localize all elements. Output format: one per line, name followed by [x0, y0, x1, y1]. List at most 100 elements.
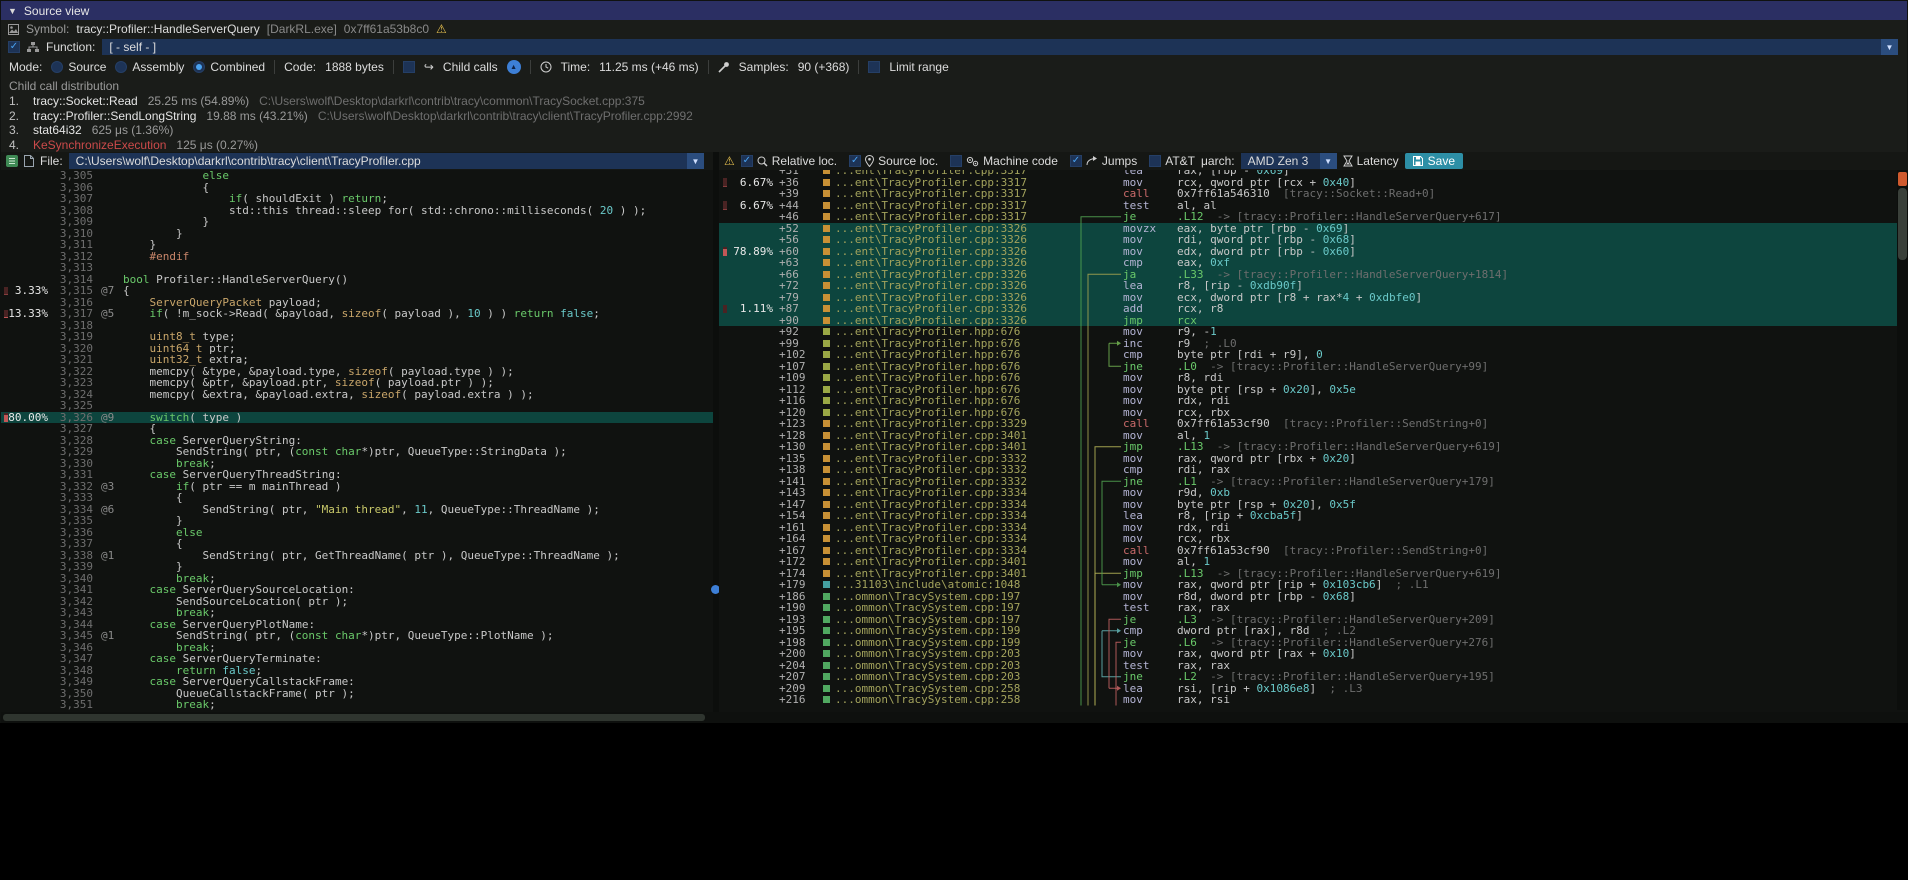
source-line[interactable]: 3,322 memcpy( &type, &payload.type, size… — [1, 366, 713, 378]
asm-row[interactable]: +143...ent\TracyProfiler.cpp:3334movr9d,… — [719, 487, 1908, 499]
function-checkbox[interactable]: ✓ — [8, 41, 20, 53]
child-call-item[interactable]: 3.stat64i32625 μs (1.36%) — [1, 123, 1907, 138]
source-line[interactable]: 3.33%3,315@7{ — [1, 285, 713, 297]
latency-toggle[interactable]: Latency — [1343, 154, 1399, 168]
scrollbar-thumb[interactable] — [1898, 188, 1907, 260]
limit-range-checkbox[interactable] — [868, 61, 880, 73]
asm-row[interactable]: +102...ent\TracyProfiler.hpp:676cmpbyte … — [719, 349, 1908, 361]
asm-row[interactable]: +141...ent\TracyProfiler.cpp:3332jne.L1 … — [719, 476, 1908, 488]
source-line[interactable]: 3,307 if( shouldExit ) return; — [1, 193, 713, 205]
horizontal-scrollbar[interactable] — [1, 712, 1908, 723]
child-call-item[interactable]: 1.tracy::Socket::Read25.25 ms (54.89%)C:… — [1, 94, 1907, 109]
asm-row[interactable]: +130...ent\TracyProfiler.cpp:3401jmp.L13… — [719, 441, 1908, 453]
source-line[interactable]: 3,309 } — [1, 216, 713, 228]
source-line[interactable]: 3,306 { — [1, 182, 713, 194]
source-line[interactable]: 3,345@1 SendString( ptr, (const char*)pt… — [1, 630, 713, 642]
asm-row[interactable]: +172...ent\TracyProfiler.cpp:3401moval, … — [719, 556, 1908, 568]
source-line[interactable]: 3,329 SendString( ptr, (const char*)ptr,… — [1, 446, 713, 458]
source-line[interactable]: 3,313 — [1, 262, 713, 274]
asm-row[interactable]: 6.67%+44...ent\TracyProfiler.cpp:3317tes… — [719, 200, 1908, 212]
asm-row[interactable]: +207...ommon\TracySystem.cpp:203jne.L2 -… — [719, 671, 1908, 683]
mode-radio-combined[interactable]: Combined — [193, 60, 265, 74]
child-calls-expand-button[interactable]: ▲ — [507, 60, 521, 74]
source-line[interactable]: 3,336 else — [1, 527, 713, 539]
source-line[interactable]: 3,323 memcpy( &ptr, &payload.ptr, sizeof… — [1, 377, 713, 389]
asm-row[interactable]: +135...ent\TracyProfiler.cpp:3332movrax,… — [719, 453, 1908, 465]
asm-row[interactable]: +120...ent\TracyProfiler.hpp:676movrcx, … — [719, 407, 1908, 419]
source-line[interactable]: 13.33%3,317@5 if( !m_sock->Read( &payloa… — [1, 308, 713, 320]
asm-row[interactable]: +167...ent\TracyProfiler.cpp:3334call0x7… — [719, 545, 1908, 557]
asm-row[interactable]: +164...ent\TracyProfiler.cpp:3334movrcx,… — [719, 533, 1908, 545]
toggle-jumps[interactable]: ✓Jumps — [1070, 154, 1137, 168]
collapse-arrow-icon[interactable]: ▼ — [8, 6, 17, 16]
source-line[interactable]: 3,324 memcpy( &extra, &payload.extra, si… — [1, 389, 713, 401]
source-line[interactable]: 3,340 break; — [1, 573, 713, 585]
source-line[interactable]: 3,342 SendSourceLocation( ptr ); — [1, 596, 713, 608]
source-line[interactable]: 3,310 } — [1, 228, 713, 240]
asm-row[interactable]: +154...ent\TracyProfiler.cpp:3334lear8, … — [719, 510, 1908, 522]
source-line[interactable]: 3,350 QueueCallstackFrame( ptr ); — [1, 688, 713, 700]
toggle-relative-loc-[interactable]: ✓Relative loc. — [741, 154, 837, 168]
asm-row[interactable]: +193...ommon\TracySystem.cpp:197je.L3 ->… — [719, 614, 1908, 626]
source-line[interactable]: 3,312 #endif — [1, 251, 713, 263]
child-call-item[interactable]: 2.tracy::Profiler::SendLongString19.88 m… — [1, 109, 1907, 124]
toggle-source-loc-[interactable]: ✓Source loc. — [849, 154, 938, 168]
source-line[interactable]: 3,334@6 SendString( ptr, "Main thread", … — [1, 504, 713, 516]
asm-row[interactable]: +147...ent\TracyProfiler.cpp:3334movbyte… — [719, 499, 1908, 511]
toggle-machine-code[interactable]: Machine code — [950, 154, 1058, 168]
child-calls-checkbox[interactable] — [403, 61, 415, 73]
source-line[interactable]: 3,308 std::this_thread::sleep_for( std::… — [1, 205, 713, 217]
source-line[interactable]: 3,325 — [1, 400, 713, 412]
asm-row[interactable]: +79...ent\TracyProfiler.cpp:3326movecx, … — [719, 292, 1908, 304]
asm-row[interactable]: +63...ent\TracyProfiler.cpp:3326cmpeax, … — [719, 257, 1908, 269]
source-line[interactable]: 3,349 case ServerQueryCallstackFrame: — [1, 676, 713, 688]
asm-row[interactable]: +186...ommon\TracySystem.cpp:197movr8d, … — [719, 591, 1908, 603]
asm-row[interactable]: +72...ent\TracyProfiler.cpp:3326lear8, [… — [719, 280, 1908, 292]
asm-row[interactable]: +56...ent\TracyProfiler.cpp:3326movrdi, … — [719, 234, 1908, 246]
source-line[interactable]: 3,348 return false; — [1, 665, 713, 677]
mode-radio-source[interactable]: Source — [51, 60, 106, 74]
source-line[interactable]: 3,343 break; — [1, 607, 713, 619]
asm-row[interactable]: +116...ent\TracyProfiler.hpp:676movrdx, … — [719, 395, 1908, 407]
assembly-scrollbar[interactable] — [1897, 170, 1908, 710]
source-line[interactable]: 80.00%3,326@9 switch( type ) — [1, 412, 713, 424]
source-line[interactable]: 3,347 case ServerQueryTerminate: — [1, 653, 713, 665]
asm-row[interactable]: +107...ent\TracyProfiler.hpp:676jne.L0 -… — [719, 361, 1908, 373]
source-line[interactable]: 3,337 { — [1, 538, 713, 550]
toggle-at-t[interactable]: AT&T — [1149, 154, 1195, 168]
asm-row[interactable]: +161...ent\TracyProfiler.cpp:3334movrdx,… — [719, 522, 1908, 534]
source-line[interactable]: 3,341 case ServerQuerySourceLocation: — [1, 584, 713, 596]
asm-row[interactable]: 78.89%+60...ent\TracyProfiler.cpp:3326mo… — [719, 246, 1908, 258]
uarch-combo[interactable]: AMD Zen 3 ▼ — [1241, 153, 1337, 169]
asm-row[interactable]: 6.67%+36...ent\TracyProfiler.cpp:3317mov… — [719, 177, 1908, 189]
asm-row[interactable]: +123...ent\TracyProfiler.cpp:3329call0x7… — [719, 418, 1908, 430]
asm-row[interactable]: +109...ent\TracyProfiler.hpp:676movr8, r… — [719, 372, 1908, 384]
asm-row[interactable]: +190...ommon\TracySystem.cpp:197testrax,… — [719, 602, 1908, 614]
source-line[interactable]: 3,331 case ServerQueryThreadString: — [1, 469, 713, 481]
asm-row[interactable]: +204...ommon\TracySystem.cpp:203testrax,… — [719, 660, 1908, 672]
save-button[interactable]: Save — [1405, 153, 1463, 169]
source-line[interactable]: 3,318 — [1, 320, 713, 332]
source-line[interactable]: 3,339 } — [1, 561, 713, 573]
asm-row[interactable]: +216...ommon\TracySystem.cpp:258movrax, … — [719, 694, 1908, 706]
source-line[interactable]: 3,321 uint32_t extra; — [1, 354, 713, 366]
source-line[interactable]: 3,351 break; — [1, 699, 713, 711]
asm-row[interactable]: +174...ent\TracyProfiler.cpp:3401jmp.L13… — [719, 568, 1908, 580]
asm-row[interactable]: +52...ent\TracyProfiler.cpp:3326movzxeax… — [719, 223, 1908, 235]
source-line[interactable]: 3,346 break; — [1, 642, 713, 654]
asm-row[interactable]: +200...ommon\TracySystem.cpp:203movrax, … — [719, 648, 1908, 660]
source-line[interactable]: 3,333 { — [1, 492, 713, 504]
source-line[interactable]: 3,330 break; — [1, 458, 713, 470]
function-combo[interactable]: [ - self - ] ▼ — [102, 39, 1898, 55]
asm-row[interactable]: +92...ent\TracyProfiler.hpp:676movr9, -1 — [719, 326, 1908, 338]
source-line[interactable]: 3,311 } — [1, 239, 713, 251]
asm-row[interactable]: +138...ent\TracyProfiler.cpp:3332cmprdi,… — [719, 464, 1908, 476]
asm-row[interactable]: +39...ent\TracyProfiler.cpp:3317call0x7f… — [719, 188, 1908, 200]
asm-row[interactable]: +99...ent\TracyProfiler.hpp:676incr9 ; .… — [719, 338, 1908, 350]
asm-row[interactable]: +90...ent\TracyProfiler.cpp:3326jmprcx — [719, 315, 1908, 327]
file-combo[interactable]: C:\Users\wolf\Desktop\darkrl\contrib\tra… — [69, 153, 704, 169]
child-call-item[interactable]: 4.KeSynchronizeExecution125 μs (0.27%) — [1, 138, 1907, 153]
asm-row[interactable]: +179...31103\include\atomic:1048movrax, … — [719, 579, 1908, 591]
source-line[interactable]: 3,319 uint8_t type; — [1, 331, 713, 343]
mode-radio-assembly[interactable]: Assembly — [115, 60, 184, 74]
